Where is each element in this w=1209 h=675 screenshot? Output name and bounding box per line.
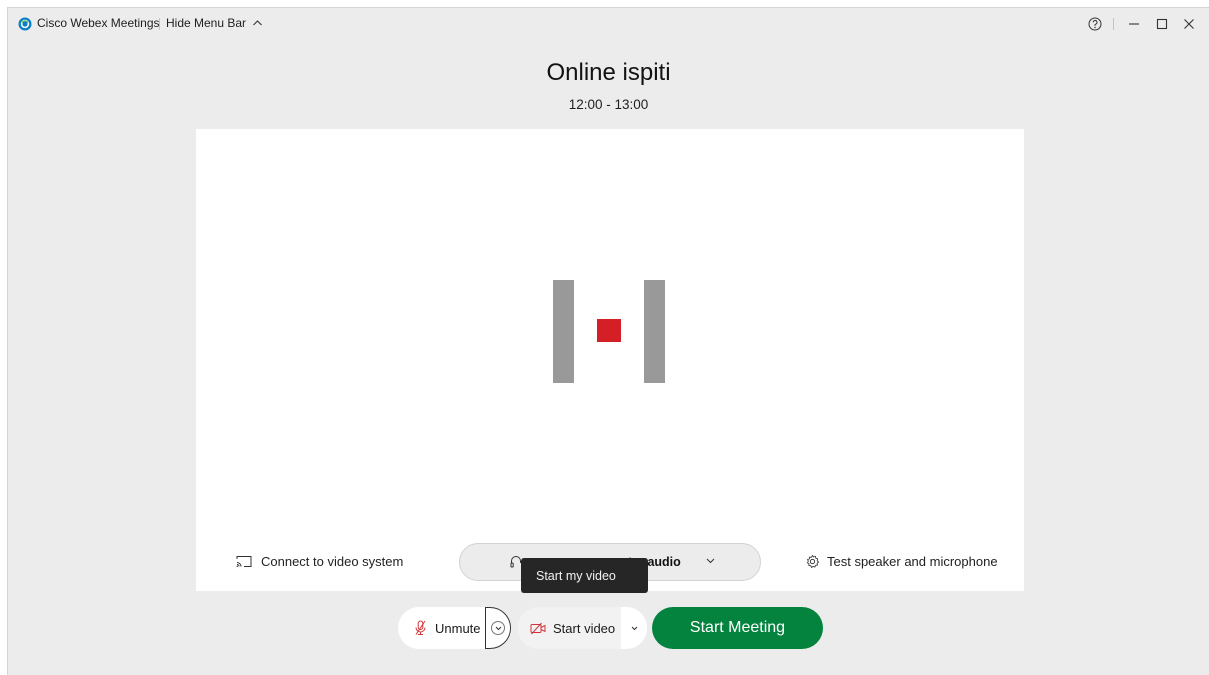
start-meeting-button[interactable]: Start Meeting (652, 607, 823, 649)
chevron-up-icon (253, 20, 263, 26)
audio-control-group: Unmute (398, 607, 511, 649)
maximize-icon[interactable] (1152, 14, 1172, 34)
title-bar: Cisco Webex Meetings Hide Menu Bar (8, 8, 1209, 40)
video-off-icon (530, 622, 546, 634)
close-icon[interactable] (1179, 14, 1199, 34)
help-icon[interactable] (1085, 14, 1105, 34)
help-separator (1113, 18, 1114, 30)
video-control-group: Start video (518, 607, 647, 649)
chevron-down-icon (631, 626, 637, 630)
gear-icon (806, 554, 820, 568)
microphone-muted-icon (415, 620, 426, 635)
app-name: Cisco Webex Meetings (37, 16, 160, 30)
webex-logo-icon (18, 17, 32, 31)
unmute-button[interactable]: Unmute (398, 607, 486, 649)
placeholder-left-bar (553, 280, 574, 383)
hide-menu-bar-label: Hide Menu Bar (166, 16, 247, 30)
placeholder-red-square (597, 319, 621, 342)
start-video-tooltip: Start my video (521, 558, 648, 593)
start-video-label: Start video (553, 620, 616, 636)
unmute-label: Unmute (435, 620, 481, 636)
start-video-button[interactable]: Start video (518, 607, 621, 649)
chevron-down-icon (706, 558, 715, 564)
hide-menu-bar-button[interactable]: Hide Menu Bar (166, 16, 263, 30)
chevron-down-icon (491, 621, 505, 635)
meeting-time: 12:00 - 13:00 (568, 97, 649, 112)
connect-to-video-system-label: Connect to video system (261, 554, 404, 569)
test-speaker-and-microphone-button[interactable]: Test speaker and microphone (805, 554, 998, 569)
meeting-title: Online ispiti (546, 59, 671, 86)
test-speaker-and-microphone-label: Test speaker and microphone (827, 554, 998, 569)
minimize-icon[interactable] (1124, 14, 1144, 34)
video-options-button[interactable] (621, 607, 647, 649)
title-separator (159, 18, 160, 30)
connect-to-video-system-button[interactable]: Connect to video system (236, 554, 403, 569)
cast-icon (236, 556, 252, 567)
audio-options-button[interactable] (485, 607, 511, 649)
webex-window: Cisco Webex Meetings Hide Menu Bar Onlin… (7, 7, 1209, 675)
placeholder-right-bar (644, 280, 665, 383)
video-preview-panel: Connect to video system ter audio Test s… (196, 129, 1024, 591)
